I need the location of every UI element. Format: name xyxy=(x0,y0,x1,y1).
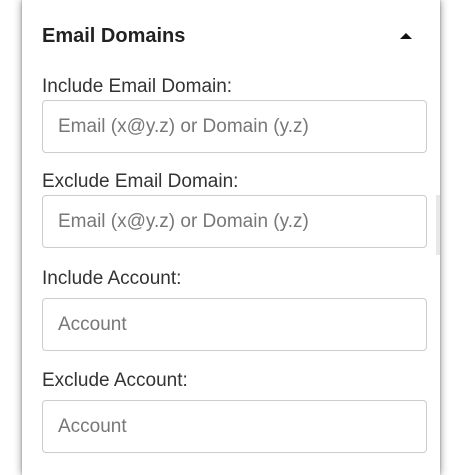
exclude-account-input[interactable] xyxy=(42,400,427,453)
screen: Email Domains Include Email Domain: Excl… xyxy=(0,0,449,475)
scrollbar-thumb[interactable] xyxy=(436,195,440,255)
scrollbar[interactable] xyxy=(436,0,440,475)
include-email-domain-label: Include Email Domain: xyxy=(42,76,233,97)
panel-title: Email Domains xyxy=(42,25,186,47)
email-domains-panel: Email Domains Include Email Domain: Excl… xyxy=(22,0,440,475)
include-account-label: Include Account: xyxy=(42,268,182,289)
include-account-input[interactable] xyxy=(42,298,427,351)
include-email-domain-input[interactable] xyxy=(42,100,427,153)
exclude-email-domain-input[interactable] xyxy=(42,195,427,248)
exclude-account-label: Exclude Account: xyxy=(42,370,188,391)
caret-up-icon-graphic xyxy=(400,33,412,39)
caret-up-icon[interactable] xyxy=(392,24,420,48)
exclude-email-domain-label: Exclude Email Domain: xyxy=(42,171,239,192)
panel-header[interactable]: Email Domains xyxy=(22,10,440,60)
